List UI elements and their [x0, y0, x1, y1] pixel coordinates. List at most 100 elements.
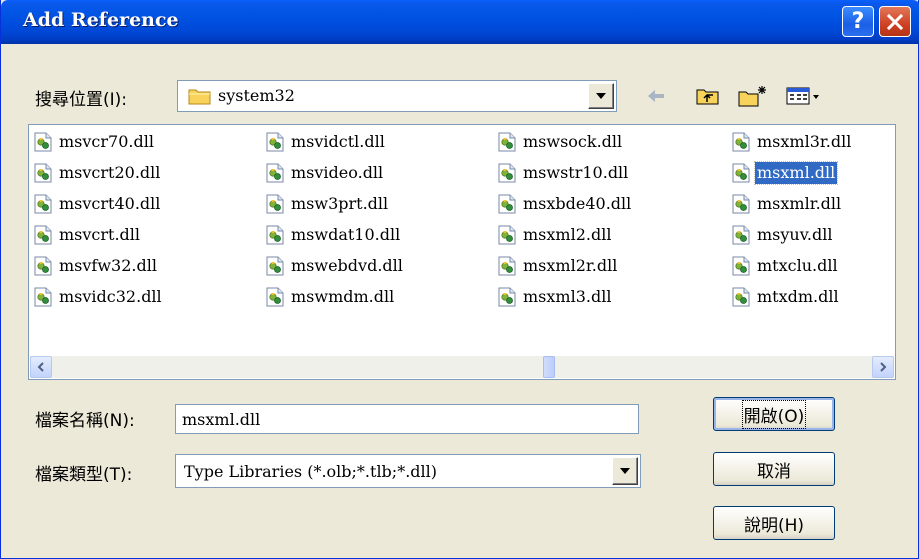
view-menu-button[interactable] — [785, 83, 825, 109]
look-in-label: 搜尋位置(I): — [35, 90, 128, 110]
file-item[interactable]: mtxdm.dll — [731, 284, 841, 310]
file-type-label: 檔案類型(T): — [35, 465, 133, 485]
new-folder-button[interactable] — [737, 83, 771, 109]
file-item[interactable]: msvideo.dll — [265, 160, 385, 186]
dll-file-icon — [731, 194, 751, 214]
file-name: mswmdm.dll — [291, 287, 395, 306]
file-name: msvcrt20.dll — [59, 163, 161, 182]
add-reference-dialog: Add Reference ? 搜尋位置(I): system32 mtxdm.… — [0, 0, 919, 559]
file-name: mswstr10.dll — [523, 163, 629, 182]
dll-file-icon — [497, 163, 517, 183]
file-item[interactable]: msvcr70.dll — [33, 129, 156, 155]
file-item[interactable]: msvidctl.dll — [265, 129, 387, 155]
file-item[interactable]: msyuv.dll — [731, 222, 834, 248]
chevron-down-icon — [596, 93, 606, 99]
file-item[interactable]: mswmdm.dll — [265, 284, 396, 310]
file-item[interactable]: msxml3r.dll — [731, 129, 853, 155]
file-item[interactable]: msxml2r.dll — [497, 253, 619, 279]
look-in-combobox[interactable]: system32 — [177, 80, 617, 112]
dll-file-icon — [731, 132, 751, 152]
title-bar[interactable]: Add Reference ? — [1, 0, 919, 44]
file-name: msw3prt.dll — [291, 194, 389, 213]
file-item[interactable]: msxmlr.dll — [731, 191, 843, 217]
horizontal-scrollbar[interactable] — [30, 356, 894, 378]
file-item[interactable]: msvcrt.dll — [33, 222, 142, 248]
dll-file-icon — [33, 225, 53, 245]
file-name: mswebdvd.dll — [291, 256, 403, 275]
help-button-label: 說明(H) — [743, 515, 805, 536]
cancel-button[interactable]: 取消 — [713, 452, 835, 486]
file-item[interactable]: mswsock.dll — [497, 129, 624, 155]
file-type-combobox[interactable]: Type Libraries (*.olb;*.tlb;*.dll) — [175, 454, 641, 488]
close-icon — [886, 13, 904, 30]
file-name: msxmlr.dll — [757, 194, 842, 213]
file-name: msxml2.dll — [523, 225, 612, 244]
file-item[interactable]: msxml.dll — [731, 160, 839, 186]
file-name: msxml3r.dll — [757, 132, 852, 151]
file-item[interactable]: mswdat10.dll — [265, 222, 402, 248]
scroll-right-button[interactable] — [872, 356, 894, 378]
dll-file-icon — [497, 256, 517, 276]
file-name: msvcr70.dll — [59, 132, 154, 151]
file-item[interactable]: mtxclu.dll — [731, 253, 840, 279]
file-item[interactable]: mswstr10.dll — [497, 160, 630, 186]
file-name-label: 檔案名稱(N): — [35, 411, 135, 431]
file-name: msxbde40.dll — [523, 194, 632, 213]
back-button[interactable] — [643, 83, 669, 109]
file-name: msxml3.dll — [523, 287, 612, 306]
chevron-down-icon — [620, 468, 630, 474]
dll-file-icon — [497, 194, 517, 214]
dll-file-icon — [497, 225, 517, 245]
dll-file-icon — [265, 194, 285, 214]
file-name: msvcrt40.dll — [59, 194, 161, 213]
file-name: mtxdm.dll — [757, 287, 839, 306]
dll-file-icon — [497, 132, 517, 152]
up-folder-icon — [696, 89, 719, 105]
help-button[interactable]: 說明(H) — [713, 506, 835, 540]
file-item[interactable]: msxbde40.dll — [497, 191, 633, 217]
file-name: mswsock.dll — [523, 132, 623, 151]
file-item[interactable]: msw3prt.dll — [265, 191, 390, 217]
file-name-field[interactable] — [175, 404, 639, 434]
look-in-dropdown-button[interactable] — [588, 83, 614, 109]
view-menu-icon — [786, 87, 819, 105]
dll-file-icon — [265, 132, 285, 152]
dll-file-icon — [731, 163, 751, 183]
dll-file-icon — [33, 163, 53, 183]
open-button[interactable]: 開啟(O) — [713, 397, 835, 431]
scroll-thumb[interactable] — [543, 356, 555, 378]
file-item[interactable]: msvcrt20.dll — [33, 160, 162, 186]
dll-file-icon — [265, 163, 285, 183]
file-name: mswdat10.dll — [291, 225, 401, 244]
file-name: msyuv.dll — [757, 225, 833, 244]
file-name: msvcrt.dll — [59, 225, 141, 244]
file-item[interactable]: msxml2.dll — [497, 222, 613, 248]
window-title: Add Reference — [23, 9, 179, 31]
file-name: msvideo.dll — [291, 163, 384, 182]
file-name: msxml2r.dll — [523, 256, 618, 275]
file-item[interactable]: msvcrt40.dll — [33, 191, 162, 217]
file-type-dropdown-button[interactable] — [612, 457, 638, 485]
up-one-level-button[interactable] — [694, 83, 722, 109]
dll-file-icon — [33, 194, 53, 214]
file-name: mtxclu.dll — [757, 256, 838, 275]
file-item[interactable]: msvfw32.dll — [33, 253, 159, 279]
scroll-left-button[interactable] — [30, 356, 52, 378]
cancel-button-label: 取消 — [757, 461, 791, 482]
question-mark-icon: ? — [851, 9, 865, 34]
file-item[interactable]: mswebdvd.dll — [265, 253, 405, 279]
close-button[interactable] — [879, 6, 911, 37]
dll-file-icon — [731, 225, 751, 245]
file-item[interactable]: msvidc32.dll — [33, 284, 164, 310]
dll-file-icon — [497, 287, 517, 307]
open-button-label: 開啟(O) — [741, 399, 807, 429]
file-name-input[interactable] — [182, 408, 622, 430]
file-name: msvfw32.dll — [59, 256, 157, 275]
dll-file-icon — [731, 256, 751, 276]
look-in-value: system32 — [218, 86, 295, 105]
help-title-button[interactable]: ? — [842, 6, 874, 37]
dll-file-icon — [731, 287, 751, 307]
file-list[interactable]: mtxdm.dll mtxclu.dll msyuv.dll msxmlr.dll ms… — [28, 124, 896, 380]
file-name: msxml.dll — [753, 161, 839, 185]
file-item[interactable]: msxml3.dll — [497, 284, 613, 310]
